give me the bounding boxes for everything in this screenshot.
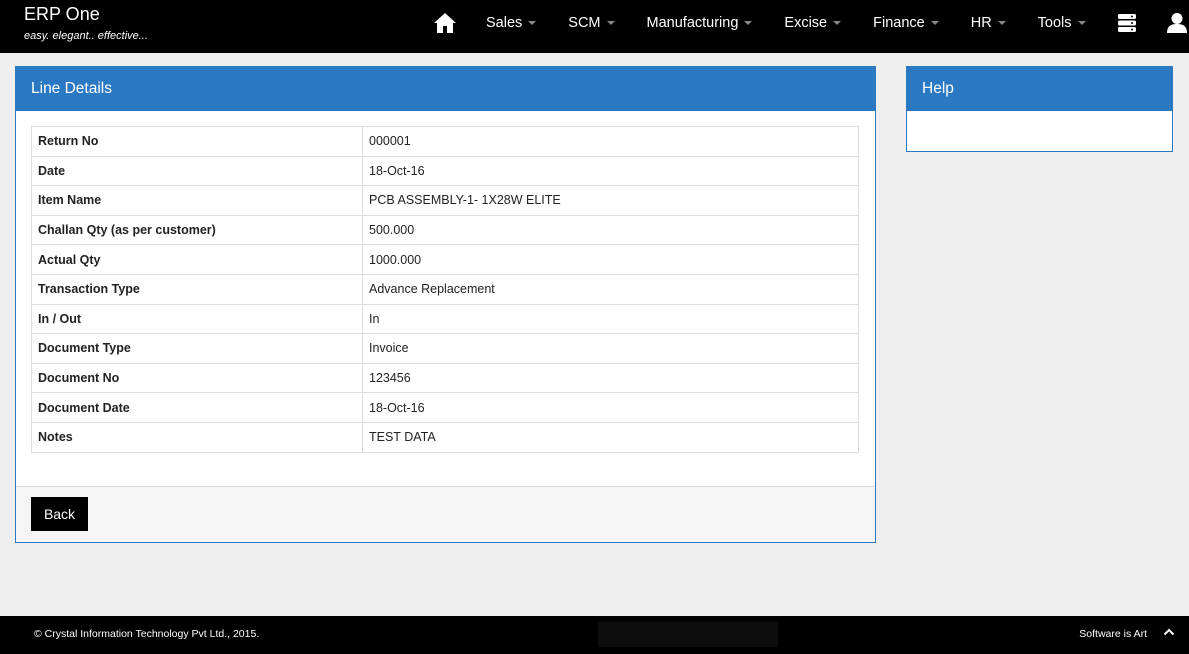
user-menu-button[interactable] — [1152, 0, 1189, 46]
table-row: In / Out In — [31, 303, 859, 335]
caret-down-icon — [606, 21, 615, 25]
help-heading: Help — [907, 67, 1172, 111]
nav-excise-label: Excise — [784, 15, 828, 31]
footer-slogan: Software is Art — [1079, 628, 1147, 640]
copyright-text: © Crystal Information Technology Pvt Ltd… — [34, 628, 260, 640]
home-icon — [434, 13, 456, 33]
table-row: Document Type Invoice — [31, 333, 859, 364]
table-row: Transaction Type Advance Replacement — [31, 273, 859, 305]
row-value: 000001 — [362, 126, 859, 157]
line-details-footer: Back — [16, 486, 875, 542]
row-label: Return No — [31, 126, 363, 157]
caret-down-icon — [1077, 21, 1086, 25]
row-value: 18-Oct-16 — [362, 392, 859, 423]
nav-finance[interactable]: Finance — [857, 0, 955, 46]
row-value: In — [362, 303, 859, 335]
back-button[interactable]: Back — [31, 497, 88, 531]
home-button[interactable] — [420, 0, 470, 46]
row-value: 18-Oct-16 — [362, 155, 859, 187]
row-value: 1000.000 — [362, 244, 859, 275]
row-label: Document No — [31, 362, 363, 394]
nav-scm-label: SCM — [568, 15, 601, 31]
table-row: Actual Qty 1000.000 — [31, 244, 859, 275]
row-value: TEST DATA — [362, 421, 859, 453]
nav-scm[interactable]: SCM — [552, 0, 630, 46]
nav-sales[interactable]: Sales — [470, 0, 552, 46]
server-stack-icon — [1117, 14, 1136, 32]
line-details-heading: Line Details — [16, 67, 875, 111]
top-navbar: ERP One easy. elegant.. effective... Sal… — [0, 0, 1189, 53]
row-value: 123456 — [362, 362, 859, 394]
table-row: Date 18-Oct-16 — [31, 155, 859, 187]
nav-manufacturing[interactable]: Manufacturing — [631, 0, 769, 46]
nav-hr-label: HR — [970, 15, 992, 31]
caret-down-icon — [744, 21, 753, 25]
app-tagline: easy. elegant.. effective... — [24, 30, 148, 42]
nav-sales-label: Sales — [486, 15, 523, 31]
row-label: Challan Qty (as per customer) — [31, 214, 363, 246]
row-label: Transaction Type — [31, 273, 363, 305]
caret-down-icon — [997, 21, 1006, 25]
table-row: Notes TEST DATA — [31, 421, 859, 453]
brand[interactable]: ERP One easy. elegant.. effective... — [24, 4, 148, 42]
server-stack-button[interactable] — [1102, 0, 1152, 46]
caret-down-icon — [930, 21, 939, 25]
app-title: ERP One — [24, 4, 100, 24]
table-row: Document Date 18-Oct-16 — [31, 392, 859, 423]
row-label: Date — [31, 155, 363, 187]
row-label: Item Name — [31, 185, 363, 216]
table-row: Return No 000001 — [31, 126, 859, 157]
nav-excise[interactable]: Excise — [768, 0, 857, 46]
chevron-up-icon — [1163, 628, 1175, 636]
nav-tools-label: Tools — [1037, 15, 1072, 31]
line-details-panel: Line Details Return No 000001 Date 18-Oc… — [15, 66, 876, 543]
row-value: PCB ASSEMBLY-1- 1X28W ELITE — [362, 185, 859, 216]
row-label: Document Type — [31, 333, 363, 364]
nav-finance-label: Finance — [873, 15, 925, 31]
row-label: In / Out — [31, 303, 363, 335]
details-table: Return No 000001 Date 18-Oct-16 Item Nam… — [31, 126, 859, 453]
footer-spacer — [598, 622, 778, 647]
scroll-top-button[interactable] — [1163, 626, 1175, 641]
table-row: Challan Qty (as per customer) 500.000 — [31, 214, 859, 246]
main-nav: Sales SCM Manufacturing Excise Finance H… — [420, 0, 1189, 46]
help-panel: Help — [906, 66, 1173, 152]
nav-manufacturing-label: Manufacturing — [646, 15, 739, 31]
row-value: Advance Replacement — [362, 273, 859, 305]
caret-down-icon — [528, 21, 537, 25]
table-row: Document No 123456 — [31, 362, 859, 394]
row-label: Document Date — [31, 392, 363, 423]
page-footer: © Crystal Information Technology Pvt Ltd… — [0, 616, 1189, 654]
row-label: Actual Qty — [31, 244, 363, 275]
nav-tools[interactable]: Tools — [1022, 0, 1102, 46]
caret-down-icon — [833, 21, 842, 25]
row-value: Invoice — [362, 333, 859, 364]
details-table-wrap: Return No 000001 Date 18-Oct-16 Item Nam… — [16, 111, 875, 453]
nav-hr[interactable]: HR — [955, 0, 1022, 46]
table-row: Item Name PCB ASSEMBLY-1- 1X28W ELITE — [31, 185, 859, 216]
row-value: 500.000 — [362, 214, 859, 246]
row-label: Notes — [31, 421, 363, 453]
user-icon — [1166, 13, 1187, 33]
